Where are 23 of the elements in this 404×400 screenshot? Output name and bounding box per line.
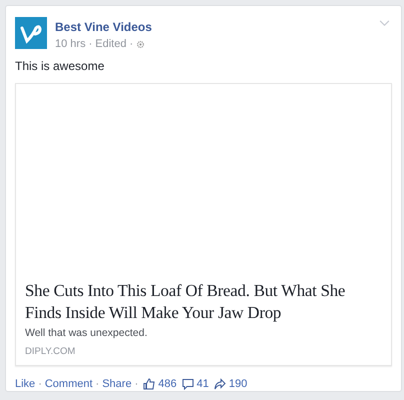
post-time[interactable]: 10 hrs bbox=[55, 38, 86, 50]
separator-dot: · bbox=[88, 38, 92, 50]
link-domain: DIPLY.COM bbox=[25, 346, 76, 357]
count-label[interactable]: 41 bbox=[196, 378, 209, 390]
link-preview[interactable]: She Cuts Into This Loaf Of Bread. But What She Finds Inside Will Make Your Jaw Drop Well that was unexpected. DIPLY.COM bbox=[15, 83, 392, 366]
link-title[interactable]: She Cuts Into This Loaf Of Bread. But What She Finds Inside Will Make Your Jaw Drop bbox=[25, 280, 385, 324]
edited-label[interactable]: Edited bbox=[95, 38, 126, 50]
link-description: Well that was unexpected. bbox=[25, 327, 148, 339]
count-label[interactable]: 486 bbox=[158, 378, 177, 390]
vine-logo-icon[interactable] bbox=[15, 17, 47, 49]
share-arrow-icon[interactable] bbox=[214, 378, 226, 390]
separator-dot: · bbox=[96, 378, 100, 390]
count-label[interactable]: 190 bbox=[228, 378, 248, 390]
speech-bubble-icon[interactable] bbox=[182, 378, 194, 390]
action-link[interactable]: Like bbox=[15, 378, 36, 390]
separator-dot: · bbox=[129, 38, 134, 50]
action-link[interactable]: Comment bbox=[44, 378, 93, 390]
author-link[interactable]: Best Vine Videos bbox=[55, 20, 152, 34]
separator-dot: · bbox=[134, 378, 138, 390]
separator-dot: · bbox=[38, 378, 42, 390]
action-link[interactable]: Share bbox=[102, 378, 132, 390]
thumbs-up-icon[interactable] bbox=[143, 378, 156, 390]
post-text: This is awesome bbox=[15, 59, 106, 73]
